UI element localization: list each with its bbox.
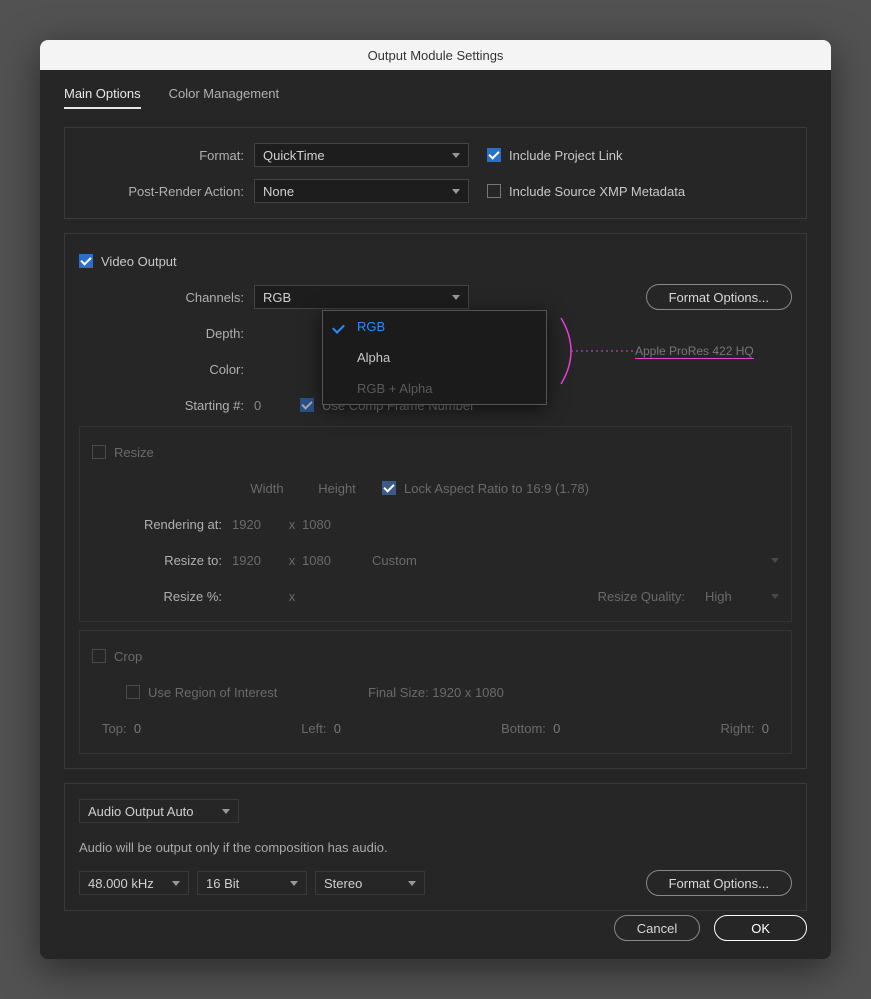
include-xmp-checkbox[interactable]: [487, 184, 501, 198]
tab-color-management[interactable]: Color Management: [169, 86, 280, 109]
channels-select[interactable]: RGB: [254, 285, 469, 309]
use-roi-checkbox: [126, 685, 140, 699]
audio-output-mode: Audio Output Auto: [88, 804, 194, 819]
format-label: Format:: [79, 148, 254, 163]
format-value: QuickTime: [263, 148, 325, 163]
window-title: Output Module Settings: [368, 48, 504, 63]
lock-aspect-checkbox: [382, 481, 396, 495]
crop-right-value: 0: [762, 721, 769, 736]
post-render-label: Post-Render Action:: [79, 184, 254, 199]
crop-bottom-label: Bottom:: [501, 721, 546, 736]
post-render-value: None: [263, 184, 294, 199]
crop-left-label: Left:: [301, 721, 326, 736]
crop-top-label: Top:: [102, 721, 127, 736]
audio-rate: 48.000 kHz: [88, 876, 154, 891]
chevron-down-icon: [172, 881, 180, 886]
rendering-at-label: Rendering at:: [92, 517, 232, 532]
tab-main-options[interactable]: Main Options: [64, 86, 141, 109]
window-titlebar: Output Module Settings: [40, 40, 831, 70]
resize-quality-label: Resize Quality:: [598, 589, 685, 604]
chevron-down-icon: [771, 558, 779, 563]
chevron-down-icon: [408, 881, 416, 886]
chevron-down-icon: [452, 295, 460, 300]
audio-format-options-button[interactable]: Format Options...: [646, 870, 792, 896]
resize-checkbox[interactable]: [92, 445, 106, 459]
chevron-down-icon: [452, 189, 460, 194]
use-comp-frame-checkbox[interactable]: [300, 398, 314, 412]
ok-button[interactable]: OK: [714, 915, 807, 941]
starting-label: Starting #:: [79, 398, 254, 413]
include-xmp-label: Include Source XMP Metadata: [509, 184, 685, 199]
video-output-checkbox[interactable]: [79, 254, 93, 268]
tabs: Main Options Color Management: [64, 86, 807, 109]
crop-top-value: 0: [134, 721, 141, 736]
resize-label: Resize: [114, 445, 154, 460]
crop-bottom-value: 0: [553, 721, 560, 736]
cancel-button[interactable]: Cancel: [614, 915, 700, 941]
audio-rate-select[interactable]: 48.000 kHz: [79, 871, 189, 895]
format-select[interactable]: QuickTime: [254, 143, 469, 167]
audio-depth-select[interactable]: 16 Bit: [197, 871, 307, 895]
depth-label: Depth:: [79, 326, 254, 341]
output-module-settings-window: Output Module Settings Main Options Colo…: [40, 40, 831, 959]
rendering-height: 1080: [302, 517, 352, 532]
video-output-panel: Video Output Channels: RGB Format Option…: [64, 233, 807, 769]
audio-channels: Stereo: [324, 876, 362, 891]
lock-aspect-label: Lock Aspect Ratio to 16:9 (1.78): [404, 481, 589, 496]
color-label: Color:: [79, 362, 254, 377]
post-render-select[interactable]: None: [254, 179, 469, 203]
audio-panel: Audio Output Auto Audio will be output o…: [64, 783, 807, 911]
audio-note: Audio will be output only if the composi…: [79, 840, 388, 855]
channels-option-rgb[interactable]: RGB: [323, 311, 546, 342]
resize-preset: Custom: [372, 553, 771, 568]
audio-output-mode-select[interactable]: Audio Output Auto: [79, 799, 239, 823]
video-output-label: Video Output: [101, 254, 177, 269]
width-header: Width: [232, 481, 302, 496]
crop-checkbox[interactable]: [92, 649, 106, 663]
chevron-down-icon: [222, 809, 230, 814]
channels-label: Channels:: [79, 290, 254, 305]
resize-height: 1080: [302, 553, 352, 568]
audio-depth: 16 Bit: [206, 876, 239, 891]
resize-width: 1920: [232, 553, 282, 568]
starting-value[interactable]: 0: [254, 398, 300, 413]
format-panel: Format: QuickTime Include Project Link P…: [64, 127, 807, 219]
channels-value: RGB: [263, 290, 291, 305]
chevron-down-icon: [771, 594, 779, 599]
channels-option-alpha[interactable]: Alpha: [323, 342, 546, 373]
crop-label: Crop: [114, 649, 142, 664]
crop-panel: Crop Use Region of Interest Final Size: …: [79, 630, 792, 754]
dialog-buttons: Cancel OK: [614, 915, 807, 941]
height-header: Height: [302, 481, 372, 496]
rendering-width: 1920: [232, 517, 282, 532]
include-project-link-checkbox[interactable]: [487, 148, 501, 162]
channels-dropdown-menu: RGB Alpha RGB + Alpha: [322, 310, 547, 405]
resize-quality-value: High: [705, 589, 765, 604]
crop-left-value: 0: [334, 721, 341, 736]
use-roi-label: Use Region of Interest: [148, 685, 368, 700]
channels-option-rgb-alpha: RGB + Alpha: [323, 373, 546, 404]
resize-panel: Resize Width Height Lock Aspect Ratio to…: [79, 426, 792, 622]
audio-channels-select[interactable]: Stereo: [315, 871, 425, 895]
video-format-options-button[interactable]: Format Options...: [646, 284, 792, 310]
chevron-down-icon: [452, 153, 460, 158]
final-size: Final Size: 1920 x 1080: [368, 685, 504, 700]
crop-right-label: Right:: [721, 721, 755, 736]
include-project-link-label: Include Project Link: [509, 148, 622, 163]
resize-to-label: Resize to:: [92, 553, 232, 568]
chevron-down-icon: [290, 881, 298, 886]
resize-pct-label: Resize %:: [92, 589, 232, 604]
